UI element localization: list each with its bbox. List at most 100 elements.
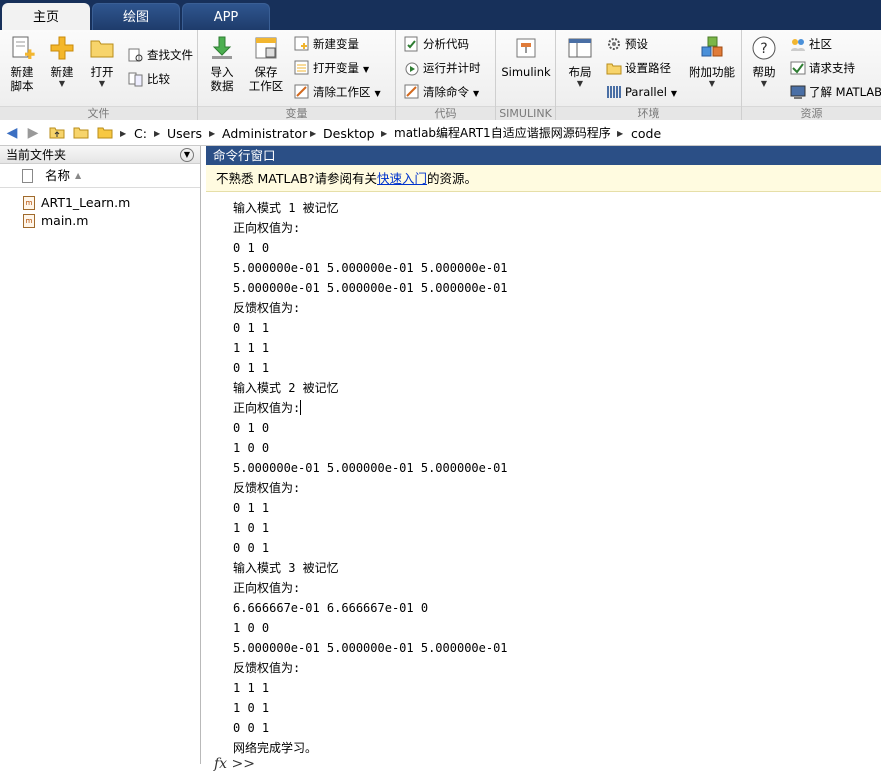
community-label: 社区 [809,37,832,51]
analyze-code-icon [404,36,418,52]
current-folder-address-bar: ◀ ▶ ▶ C: ▶ Users ▶ Administrator ▶ Deskt… [0,121,881,146]
request-support-button[interactable]: 请求支持 [790,57,855,79]
community-icon [791,39,805,51]
breadcrumb-administrator[interactable]: Administrator [222,121,307,146]
breadcrumb-desktop[interactable]: Desktop [323,121,375,146]
group-variable: 导入 数据 保存 工作区 新建变量 打开变量 ▼ 清除工作区 ▼ 变量 [198,30,396,120]
output-line: 5.000000e-01 5.000000e-01 5.000000e-01 [233,641,508,655]
add-ons-cubes-icon [701,36,723,57]
breadcrumb-code[interactable]: code [631,121,661,146]
chevron-down-icon: ▼ [708,79,716,88]
run-and-time-label: 运行并计时 [423,61,481,75]
output-line: 5.000000e-01 5.000000e-01 5.000000e-01 [233,261,508,275]
output-line: 反馈权值为: [233,301,301,315]
learn-matlab-label: 了解 MATLAB [809,85,881,99]
breadcrumb-drive[interactable]: C: [134,121,147,146]
analyze-code-button[interactable]: 分析代码 [404,33,469,55]
tab-apps[interactable]: APP [182,3,270,30]
tab-plots[interactable]: 绘图 [92,3,180,30]
open-variable-button[interactable]: 打开变量 ▼ [294,57,369,79]
help-label: 帮助 [752,65,776,79]
clear-workspace-button[interactable]: 清除工作区 ▼ [294,81,381,103]
add-ons-button[interactable]: 附加功能 ▼ [686,35,738,89]
find-files-icon [128,48,143,62]
breadcrumb-project-folder[interactable]: matlab编程ART1自适应谐振网源码程序 [394,121,611,146]
preferences-label: 预设 [625,37,648,51]
group-file: 新建 脚本 新建 ▼ 打开 ▼ 查找文件 比较 文件 [0,30,198,120]
output-line: 1 1 1 [233,681,270,695]
output-line: 1 0 1 [233,521,270,535]
new-variable-button[interactable]: 新建变量 [294,33,359,55]
command-window-title: 命令行窗口 [206,146,881,165]
help-icon: ? [752,36,776,60]
help-button[interactable]: ? 帮助 ▼ [746,35,782,89]
command-window[interactable]: 命令行窗口 不熟悉 MATLAB?请参阅有关快速入门的资源。 输入模式 1 被记… [206,146,881,772]
clear-commands-button[interactable]: 清除命令 ▼ [404,81,479,103]
simulink-label: Simulink [501,65,551,79]
file-name: main.m [41,213,89,228]
preferences-button[interactable]: 预设 [606,33,648,55]
list-item[interactable]: m main.m [0,212,200,230]
file-type-column-icon [22,169,33,183]
import-data-button[interactable]: 导入 数据 [204,35,240,93]
ribbon: 新建 脚本 新建 ▼ 打开 ▼ 查找文件 比较 文件 导入 数据 保存 工作区 … [0,30,881,120]
add-ons-label: 附加功能 [689,65,735,79]
layout-button[interactable]: 布局 ▼ [562,35,598,89]
compare-button[interactable]: 比较 [128,68,170,90]
clear-workspace-icon [294,84,309,99]
file-list-header[interactable]: 名称 ▲ [0,164,200,188]
new-script-button[interactable]: 新建 脚本 [4,35,40,93]
chevron-down-icon: ▼ [473,89,480,98]
forward-arrow-icon[interactable]: ▶ [24,125,42,141]
breadcrumb-users[interactable]: Users [167,121,202,146]
run-and-time-button[interactable]: 运行并计时 [404,57,481,79]
save-workspace-button[interactable]: 保存 工作区 [246,35,286,93]
back-arrow-icon[interactable]: ◀ [3,125,21,141]
set-path-button[interactable]: 设置路径 [606,57,671,79]
output-line: 0 1 1 [233,321,270,335]
name-column-label: 名称 [45,168,71,183]
svg-text:?: ? [760,41,767,57]
getting-started-link[interactable]: 快速入门 [377,171,427,186]
learn-matlab-button[interactable]: 了解 MATLAB [790,81,881,103]
new-variable-label: 新建变量 [313,37,359,51]
gear-icon [608,38,620,50]
tab-home[interactable]: 主页 [2,3,90,31]
output-line: 1 0 0 [233,621,270,635]
output-line: 输入模式 2 被记忆 [233,381,339,395]
open-button[interactable]: 打开 ▼ [84,35,120,89]
find-files-button[interactable]: 查找文件 [128,44,193,66]
breadcrumb-separator-icon: ▶ [209,129,216,138]
up-folder-icon[interactable] [48,125,66,141]
output-line: 反馈权值为: [233,481,301,495]
ribbon-tab-strip: 主页 绘图 APP [0,0,881,31]
m-file-icon: m [23,214,35,228]
import-icon [212,36,232,59]
breadcrumb-separator-icon: ▶ [617,129,624,138]
output-line: 0 1 1 [233,501,270,515]
open-label: 打开 [90,65,114,79]
text-cursor [300,400,302,415]
chevron-down-icon: ▼ [98,79,106,88]
output-line: 5.000000e-01 5.000000e-01 5.000000e-01 [233,461,508,475]
community-button[interactable]: 社区 [790,33,832,55]
request-support-label: 请求支持 [809,61,855,75]
current-folder-header: 当前文件夹 ▼ [0,146,200,164]
command-prompt[interactable]: fx >> [214,756,255,772]
output-line: 0 0 1 [233,541,270,555]
simulink-button[interactable]: Simulink [500,35,552,79]
chevron-down-icon: ▼ [58,79,66,88]
parallel-icon [607,86,621,98]
panel-menu-chevron-icon[interactable]: ▼ [180,148,194,162]
parallel-button[interactable]: Parallel ▼ [606,81,677,103]
chevron-down-icon: ▼ [374,89,381,98]
new-button[interactable]: 新建 ▼ [44,35,80,89]
compare-label: 比较 [147,72,170,86]
browse-folder-icon[interactable] [72,125,90,141]
group-label-resources: 资源 [742,106,881,120]
list-item[interactable]: m ART1_Learn.m [0,194,200,212]
output-line: 1 0 0 [233,441,270,455]
run-and-time-icon [405,62,419,76]
analyze-code-label: 分析代码 [423,37,469,51]
output-line: 正向权值为: [233,221,301,235]
